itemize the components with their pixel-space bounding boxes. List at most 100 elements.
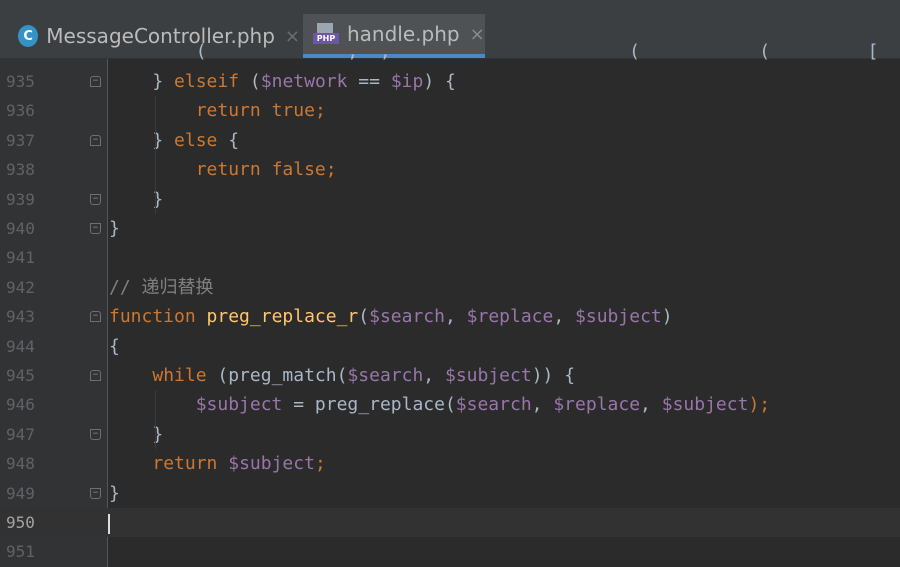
line-number: 940 bbox=[6, 219, 35, 238]
code-line[interactable]: 942 // 递归替换 bbox=[0, 273, 900, 302]
line-number: 936 bbox=[6, 101, 35, 121]
fold-end-icon[interactable]: − bbox=[90, 428, 101, 440]
code-token: return bbox=[152, 453, 218, 475]
code-token: false bbox=[271, 159, 326, 181]
code-token: $search bbox=[369, 306, 445, 328]
line-number: 935 bbox=[6, 72, 35, 91]
code-text: return false; bbox=[109, 155, 337, 184]
code-token: { bbox=[217, 129, 240, 151]
code-token: } bbox=[152, 71, 175, 92]
code-token: return bbox=[195, 100, 261, 122]
fold-end-icon[interactable]: − bbox=[90, 487, 101, 499]
code-line[interactable]: 947 − } bbox=[0, 420, 900, 449]
code-line[interactable]: 944 { bbox=[0, 332, 900, 361]
code-token: else bbox=[174, 129, 218, 151]
partial-code-line: ( , , ( ( [ ]) bbox=[109, 41, 900, 62]
line-number: 947 bbox=[6, 424, 35, 444]
line-number: 939 bbox=[6, 189, 35, 209]
code-token: ; bbox=[314, 100, 326, 122]
code-token: $subject bbox=[195, 394, 283, 416]
code-text: } bbox=[109, 479, 120, 508]
code-text: return $subject; bbox=[109, 449, 326, 478]
code-line[interactable]: 935 − } elseif ($network == $ip) { bbox=[0, 67, 900, 96]
code-line[interactable]: 946 $subject = preg_replace($search, $re… bbox=[0, 390, 900, 419]
fold-end-icon[interactable]: − bbox=[90, 223, 101, 234]
line-number: 950 bbox=[6, 513, 35, 532]
code-line[interactable]: 948 return $subject; bbox=[0, 449, 900, 478]
code-token: , bbox=[640, 394, 662, 416]
code-line[interactable]: 940 −} bbox=[0, 214, 900, 243]
line-number: 948 bbox=[6, 454, 35, 474]
code-token: ( bbox=[358, 306, 370, 328]
code-line[interactable]: 939 − } bbox=[0, 185, 900, 214]
code-line[interactable]: 938 return false; bbox=[0, 155, 900, 184]
code-text: $subject = preg_replace($search, $replac… bbox=[109, 390, 770, 419]
line-number: 944 bbox=[6, 336, 35, 356]
code-token: } bbox=[152, 423, 164, 445]
code-token: $network bbox=[260, 71, 348, 92]
code-token: , bbox=[444, 306, 467, 328]
code-token: $subject bbox=[228, 453, 315, 475]
code-token: $search bbox=[347, 365, 424, 386]
code-token: $subject bbox=[661, 394, 749, 416]
code-text: while (preg_match($search, $subject)) { bbox=[109, 361, 575, 390]
code-token: elseif bbox=[174, 71, 240, 92]
code-token: $search bbox=[455, 394, 532, 416]
code-token: } bbox=[152, 188, 164, 210]
code-token: } bbox=[109, 218, 120, 239]
code-editor[interactable]: ( , , ( ( [ ]) 935− } elseif ($network =… bbox=[0, 41, 900, 567]
code-line[interactable]: 937 − } else { bbox=[0, 126, 900, 155]
code-token: $replace bbox=[466, 306, 554, 328]
code-token: == bbox=[347, 71, 391, 92]
line-number: 943 bbox=[6, 307, 35, 327]
code-text: } bbox=[109, 214, 120, 243]
code-token: $ip bbox=[390, 71, 424, 92]
code-token: $subject bbox=[575, 306, 662, 328]
code-text: function preg_replace_r($search, $replac… bbox=[109, 302, 673, 331]
code-line[interactable]: 941 bbox=[0, 243, 900, 272]
code-token: ; bbox=[314, 453, 326, 475]
line-number: 938 bbox=[6, 160, 35, 180]
fold-end-icon[interactable]: − bbox=[90, 193, 101, 205]
code-token: (preg_match( bbox=[206, 365, 348, 386]
code-line[interactable]: 936 return true; bbox=[0, 96, 900, 125]
fold-collapse-icon[interactable]: − bbox=[90, 76, 101, 87]
code-line[interactable]: 950 bbox=[0, 508, 900, 538]
code-line[interactable]: 951 bbox=[0, 537, 900, 566]
code-token: return bbox=[195, 159, 261, 181]
fold-collapse-icon[interactable]: − bbox=[90, 134, 101, 146]
code-token: , bbox=[423, 365, 445, 386]
line-number: 945 bbox=[6, 366, 35, 385]
code-token: while bbox=[152, 365, 207, 386]
code-token: true bbox=[271, 100, 315, 122]
code-line[interactable]: 945 − while (preg_match($search, $subject… bbox=[0, 361, 900, 390]
code-token: { bbox=[109, 335, 120, 357]
class-c-icon: C bbox=[18, 25, 39, 47]
line-number: 937 bbox=[6, 130, 35, 150]
code-token: , bbox=[531, 394, 554, 416]
code-line[interactable]: 949 −} bbox=[0, 479, 900, 508]
indent-guide bbox=[155, 390, 156, 449]
fold-collapse-icon[interactable]: − bbox=[90, 370, 101, 381]
line-number: 942 bbox=[6, 277, 35, 297]
code-line[interactable]: 943 − function preg_replace_r($search, $re… bbox=[0, 302, 900, 331]
code-token: ); bbox=[748, 394, 771, 416]
fold-collapse-icon[interactable]: − bbox=[90, 311, 101, 323]
code-text: return true; bbox=[109, 96, 326, 125]
code-token: ( bbox=[239, 71, 261, 92]
line-number: 941 bbox=[6, 248, 35, 268]
code-token: function bbox=[109, 306, 196, 328]
title-strip bbox=[0, 0, 900, 14]
code-token: $replace bbox=[553, 394, 641, 416]
